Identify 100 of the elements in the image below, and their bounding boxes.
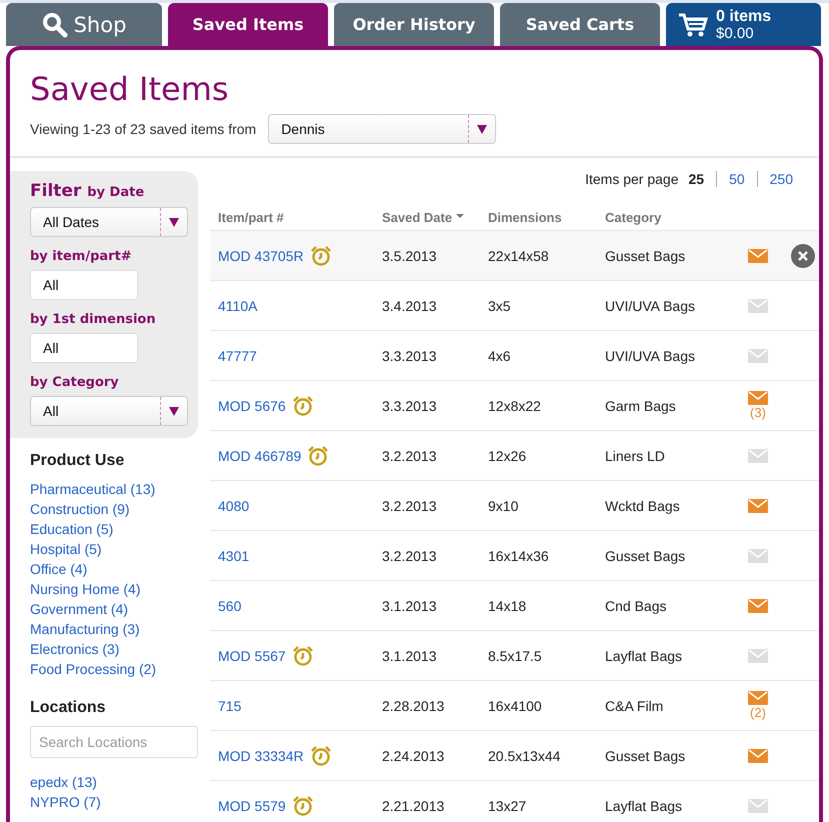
owner-select[interactable]: Dennis (268, 114, 496, 144)
filter-label: by 1st dimension (30, 312, 157, 327)
column-header[interactable]: Dimensions (488, 210, 562, 225)
location-link[interactable]: NYPRO (7) (30, 792, 198, 812)
alarm-clock-icon (310, 244, 332, 266)
item-link[interactable]: 715 (218, 698, 242, 714)
product-use-link[interactable]: Government (4) (30, 599, 198, 619)
nav-tab[interactable]: Order History (334, 3, 494, 46)
location-search-field[interactable]: Search Locations (30, 726, 198, 758)
alarm-clock-icon (292, 794, 314, 816)
product-use-link[interactable]: Pharmaceutical (13) (30, 479, 198, 499)
envelope-icon[interactable] (748, 648, 768, 662)
part-field[interactable]: All (30, 270, 138, 300)
product-use-link[interactable]: Education (5) (30, 519, 198, 539)
item-link[interactable]: MOD 43705R (218, 248, 304, 264)
dimensions: 9x10 (488, 498, 518, 514)
dimensions: 20.5x13x44 (488, 748, 560, 764)
cart-item-count: 0 items (716, 8, 772, 24)
location-link[interactable]: epedx (13) (30, 772, 198, 792)
envelope-icon[interactable] (748, 548, 768, 562)
filter-heading: Filter by Date (30, 181, 146, 201)
saved-date: 3.3.2013 (382, 398, 436, 414)
dimensions: 13x27 (488, 798, 526, 814)
saved-date: 3.4.2013 (382, 298, 436, 314)
envelope-icon[interactable] (748, 298, 768, 312)
envelope-icon[interactable] (748, 748, 768, 762)
dimensions: 22x14x58 (488, 248, 549, 264)
dimension-field[interactable]: All (30, 333, 138, 363)
product-use-link[interactable]: Manufacturing (3) (30, 619, 198, 639)
envelope-icon[interactable] (748, 248, 768, 262)
column-header[interactable]: Item/part # (218, 210, 284, 225)
date-select[interactable]: All Dates (30, 207, 188, 237)
dimensions: 12x8x22 (488, 398, 541, 414)
category: Cnd Bags (605, 598, 666, 614)
items-per-page-label: Items per page (585, 171, 678, 187)
dropdown-caret-icon (168, 216, 180, 228)
page-size-option[interactable]: 50 (716, 171, 745, 187)
item-link[interactable]: MOD 5567 (218, 648, 286, 664)
saved-date: 3.1.2013 (382, 598, 436, 614)
search-icon (42, 12, 68, 38)
envelope-icon[interactable] (748, 598, 768, 612)
category: Wcktd Bags (605, 498, 680, 514)
dimensions: 16x14x36 (488, 548, 549, 564)
item-link[interactable]: MOD 5579 (218, 798, 286, 814)
category: UVI/UVA Bags (605, 348, 696, 364)
remove-button[interactable] (791, 244, 815, 268)
page-size-option[interactable]: 25 (688, 171, 704, 187)
envelope-icon[interactable] (748, 448, 768, 462)
saved-date: 3.2.2013 (382, 498, 436, 514)
item-link[interactable]: 4080 (218, 498, 250, 514)
category: UVI/UVA Bags (605, 298, 696, 314)
item-link[interactable]: 560 (218, 598, 242, 614)
alarm-clock-icon (310, 744, 332, 766)
saved-date: 2.28.2013 (382, 698, 444, 714)
item-link[interactable]: 47777 (218, 348, 257, 364)
envelope-icon[interactable] (748, 348, 768, 362)
nav-tab[interactable]: Shop (6, 3, 162, 46)
cart-summary[interactable]: 0 items $0.00 (666, 3, 821, 46)
column-header[interactable]: Saved Date (382, 210, 452, 225)
category: Liners LD (605, 448, 665, 464)
filter-label: by Category (30, 375, 120, 390)
category-select[interactable]: All (30, 396, 188, 426)
envelope-icon[interactable] (748, 691, 768, 705)
product-use-link[interactable]: Food Processing (2) (30, 659, 198, 679)
saved-date: 3.3.2013 (382, 348, 436, 364)
item-link[interactable]: MOD 33334R (218, 748, 304, 764)
category: Layflat Bags (605, 648, 682, 664)
alarm-clock-icon (292, 394, 314, 416)
category: Gusset Bags (605, 248, 686, 264)
product-use-link[interactable]: Hospital (5) (30, 539, 198, 559)
envelope-icon[interactable] (748, 498, 768, 512)
dimensions: 16x4100 (488, 698, 542, 714)
product-use-link[interactable]: Construction (9) (30, 499, 198, 519)
saved-date: 3.2.2013 (382, 548, 436, 564)
dimensions: 3x5 (488, 298, 511, 314)
product-use-link[interactable]: Office (4) (30, 559, 198, 579)
dimensions: 12x26 (488, 448, 526, 464)
item-link[interactable]: MOD 466789 (218, 448, 302, 464)
page-size-option[interactable]: 250 (756, 171, 793, 187)
product-use-link[interactable]: Nursing Home (4) (30, 579, 198, 599)
column-header[interactable]: Category (605, 210, 662, 225)
item-link[interactable]: 4110A (218, 298, 258, 314)
nav-tab[interactable]: Saved Carts (500, 3, 660, 46)
item-link[interactable]: 4301 (218, 548, 250, 564)
cart-total: $0.00 (716, 24, 755, 42)
section-heading: Product Use (30, 452, 126, 470)
saved-date: 2.21.2013 (382, 798, 444, 814)
product-use-link[interactable]: Electronics (3) (30, 639, 198, 659)
envelope-icon[interactable] (748, 798, 768, 812)
category: Garm Bags (605, 398, 676, 414)
dimensions: 4x6 (488, 348, 511, 364)
close-icon (798, 250, 808, 260)
item-link[interactable]: MOD 5676 (218, 398, 286, 414)
saved-date: 3.2.2013 (382, 448, 436, 464)
saved-date: 2.24.2013 (382, 748, 444, 764)
envelope-icon[interactable] (748, 391, 768, 405)
section-heading: Locations (30, 699, 107, 717)
message-count: (2) (750, 705, 766, 720)
category: C&A Film (605, 698, 664, 714)
nav-tab[interactable]: Saved Items (168, 3, 328, 46)
